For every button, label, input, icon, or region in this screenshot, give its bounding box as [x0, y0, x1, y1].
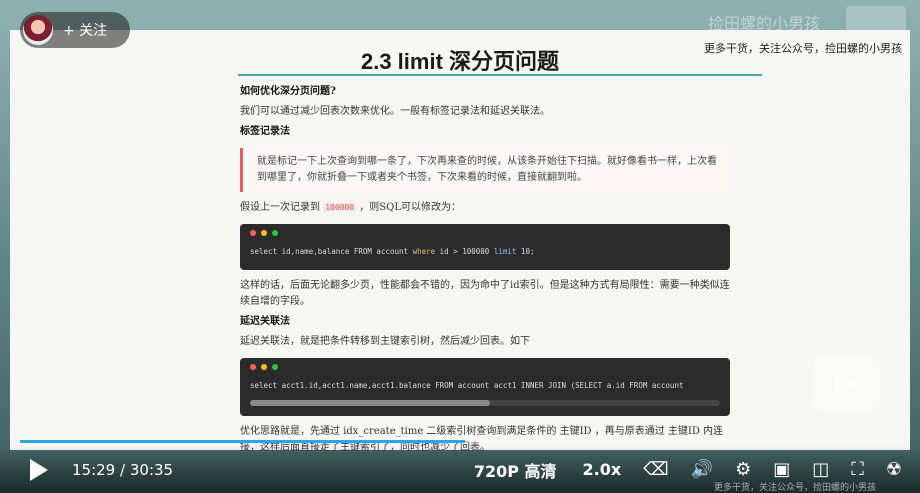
- top-watermark: 捡田螺的小男孩: [707, 14, 820, 33]
- code-n: 10;: [516, 247, 535, 256]
- logo-icon[interactable]: ☢: [886, 459, 902, 480]
- green-dot-icon: [272, 230, 278, 236]
- code-scrollbar-thumb[interactable]: [250, 400, 490, 406]
- watermark: 更多干货，关注公众号，捡田螺的小男孩: [704, 42, 902, 55]
- progress-fill: [20, 440, 466, 443]
- delay-heading: 延迟关联法: [240, 316, 290, 327]
- speed-button[interactable]: 2.0x: [583, 460, 622, 479]
- delay-text: 延迟关联法，就是把条件转移到主键索引树，然后减少回表。如下: [240, 336, 530, 347]
- yellow-dot-icon: [261, 230, 267, 236]
- tv-logo-icon: ▷: [812, 355, 880, 411]
- duration: 30:35: [129, 460, 174, 479]
- settings-icon[interactable]: ⚙: [735, 459, 751, 480]
- progress-bar[interactable]: [20, 440, 900, 443]
- window-dots-2: [250, 364, 720, 370]
- red-dot-icon: [250, 230, 256, 236]
- title-rule: [238, 74, 762, 76]
- code-cond: id > 100000: [435, 247, 494, 256]
- volume-icon[interactable]: 🔊: [691, 459, 713, 480]
- follow-pill[interactable]: + 关注: [20, 12, 130, 48]
- code2-text: select acct1.id,acct1.name,acct1.balance…: [250, 381, 684, 390]
- assume-pre: 假设上一次记录到: [240, 202, 320, 213]
- danmaku-off-icon[interactable]: ⌫: [643, 459, 668, 480]
- code-block-1: select id,name,balance FROM account wher…: [240, 224, 730, 270]
- code-where: where: [412, 247, 436, 256]
- green-dot-icon: [272, 364, 278, 370]
- avatar[interactable]: [23, 15, 53, 45]
- slide-document: 如何优化深分页问题? 我们可以通过减少回表次数来优化。一般有标签记录法和延迟关联…: [240, 80, 730, 460]
- bottom-watermark: 更多干货，关注公众号，捡田螺的小男孩: [713, 483, 876, 493]
- code-select: select: [250, 247, 278, 256]
- inline-code-100000: 100000: [323, 203, 357, 212]
- play-icon[interactable]: [30, 458, 48, 481]
- after-code-text: 这样的话，后面无论翻多少页，性能都会不错的，因为命中了id索引。但是这种方式有局…: [240, 280, 730, 307]
- red-dot-icon: [250, 364, 256, 370]
- question-heading: 如何优化深分页问题?: [240, 86, 336, 97]
- tag-method-heading: 标签记录法: [240, 126, 290, 137]
- time-separator: /: [120, 460, 126, 479]
- yellow-dot-icon: [261, 364, 267, 370]
- assume-post: ，则SQL可以修改为：: [359, 202, 461, 213]
- window-dots: [250, 230, 720, 236]
- widescreen-icon[interactable]: ◫: [812, 459, 829, 480]
- current-time: 15:29: [72, 460, 116, 479]
- video-frame[interactable]: 2.3 limit 深分页问题 如何优化深分页问题? 我们可以通过减少回表次数来…: [0, 0, 920, 493]
- code-limit: limit: [493, 247, 517, 256]
- pip-icon[interactable]: ▣: [773, 459, 790, 480]
- fullscreen-icon[interactable]: ⛶: [851, 459, 864, 480]
- code-cols: id,name,balance FROM account: [277, 247, 413, 256]
- code-scrollbar[interactable]: [250, 400, 720, 406]
- follow-button[interactable]: + 关注: [63, 20, 107, 40]
- quote-block: 就是标记一下上次查询到哪一条了，下次再来查的时候，从该条开始往下扫描。就好像看书…: [240, 148, 730, 192]
- channel-logo-icon: [846, 6, 906, 32]
- play-circle-icon: ▷: [836, 368, 856, 398]
- time-display: 15:29 / 30:35: [72, 461, 173, 479]
- assume-line: 假设上一次记录到 100000 ，则SQL可以修改为：: [240, 200, 730, 216]
- slide: 2.3 limit 深分页问题 如何优化深分页问题? 我们可以通过减少回表次数来…: [10, 30, 910, 453]
- intro-text: 我们可以通过减少回表次数来优化。一般有标签记录法和延迟关联法。: [240, 106, 550, 117]
- quality-button[interactable]: 720P 高清: [474, 458, 557, 482]
- code-block-2: select acct1.id,acct1.name,acct1.balance…: [240, 358, 730, 416]
